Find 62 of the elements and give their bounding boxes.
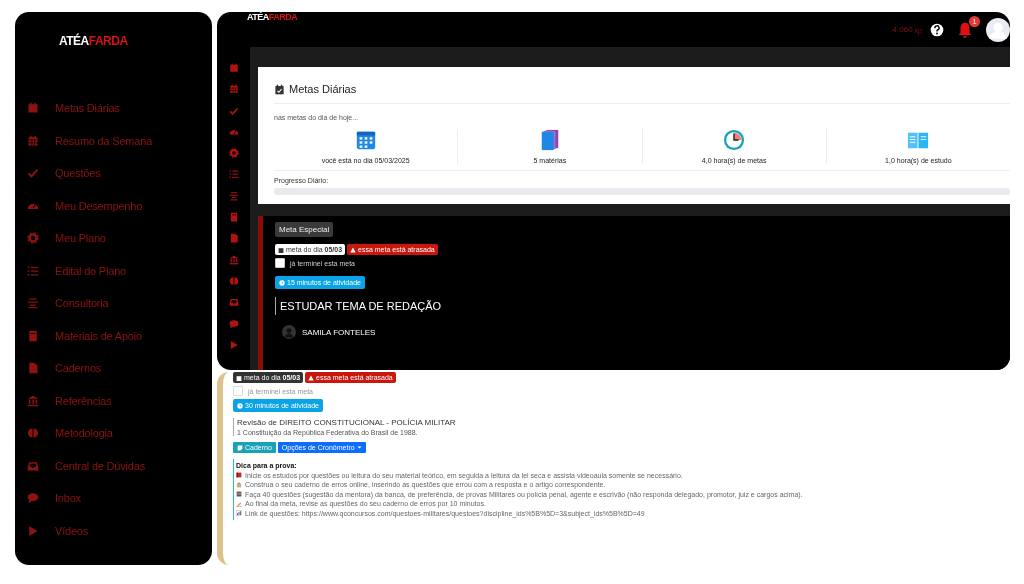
nav-item[interactable]: Questões — [55, 167, 101, 179]
avatar-icon[interactable] — [986, 17, 1010, 42]
brain-icon[interactable] — [228, 275, 239, 286]
list-icon[interactable] — [228, 169, 239, 180]
note-icon — [237, 444, 243, 451]
nav-item[interactable]: Meu Desempenho — [55, 199, 143, 212]
mentor-name: SAMILA FONTELES — [302, 327, 376, 337]
books-icon — [236, 491, 242, 497]
gear-icon[interactable] — [228, 148, 239, 159]
book-icon[interactable] — [228, 212, 239, 223]
goal-tag: Meta Especial — [275, 222, 334, 237]
chart-icon — [236, 510, 242, 516]
file-icon[interactable] — [228, 233, 239, 244]
checkbox[interactable] — [233, 386, 243, 396]
play-icon[interactable] — [27, 524, 39, 537]
nav-item[interactable]: Consultoria — [55, 297, 109, 309]
nav-item[interactable]: Metodologia — [55, 427, 113, 439]
inbox-icon[interactable] — [228, 297, 239, 308]
logo: ATÉAFARDA — [247, 12, 298, 22]
clock-icon — [237, 402, 243, 409]
warning-icon — [350, 246, 357, 253]
help-icon[interactable] — [930, 22, 944, 37]
check-icon[interactable] — [27, 167, 39, 179]
warning-icon — [308, 374, 315, 381]
checkbox[interactable] — [275, 258, 285, 268]
inbox-icon[interactable] — [27, 459, 39, 472]
book-icon — [236, 472, 242, 478]
book-icon[interactable] — [27, 329, 39, 342]
bell-icon[interactable] — [956, 20, 974, 39]
chat-bubble-icon[interactable] — [228, 318, 239, 329]
avatar-icon — [282, 325, 296, 339]
gear-icon[interactable] — [27, 232, 39, 244]
clock-icon — [723, 129, 746, 151]
nav-item[interactable]: Edital do Plano — [55, 264, 126, 277]
logo: ATÉAFARDA — [59, 34, 128, 48]
calendar-check-icon — [274, 83, 285, 95]
bank-icon[interactable] — [27, 394, 39, 407]
nav-item[interactable]: Central de Dúvidas — [55, 459, 145, 472]
nav-item[interactable]: Inbox — [55, 492, 81, 504]
file-icon[interactable] — [27, 362, 39, 374]
play-icon[interactable] — [228, 339, 239, 350]
building-icon — [236, 481, 242, 488]
card-title: Metas Diárias — [289, 83, 357, 95]
lines-icon[interactable] — [228, 190, 239, 201]
nav-item[interactable]: Referências — [55, 394, 112, 407]
lines-icon[interactable] — [27, 297, 39, 309]
clock-icon — [279, 279, 285, 286]
nav-item[interactable]: Meu Plano — [55, 232, 106, 244]
caret-icon — [356, 446, 362, 449]
bank-icon[interactable] — [228, 254, 239, 265]
chat-bubble-icon[interactable] — [27, 492, 39, 504]
nav-item[interactable]: Vídeos — [55, 524, 89, 537]
goal-title: Revisão de DIREITO CONSTITUCIONAL - POLÍCIA MILITAR — [237, 418, 456, 427]
brain-icon[interactable] — [27, 427, 39, 439]
list-icon[interactable] — [27, 264, 39, 277]
xp-points: 4.060 — [892, 25, 913, 34]
nav-item[interactable]: Resumo da Semana — [55, 134, 153, 147]
nav-item[interactable]: Materiais de Apoio — [55, 329, 142, 342]
check-icon[interactable] — [228, 105, 239, 116]
nav-item[interactable]: Cadernos — [55, 362, 102, 374]
goal-title: ESTUDAR TEMA DE REDAÇÃO — [275, 297, 442, 315]
nav-item[interactable]: Metas Diárias — [55, 102, 120, 114]
